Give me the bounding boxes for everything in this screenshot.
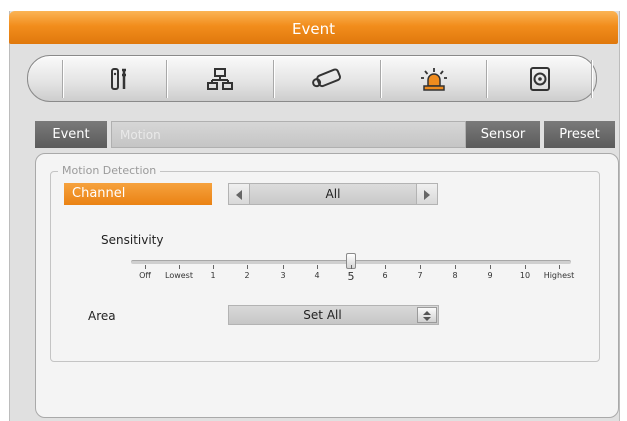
sensitivity-tick-label: 1 xyxy=(210,271,216,280)
area-select: Set All xyxy=(228,305,439,325)
tools-icon xyxy=(109,67,133,91)
toolbar-tools-button[interactable] xyxy=(71,60,171,98)
channel-next-button[interactable] xyxy=(416,184,437,204)
toolbar-camera-button[interactable] xyxy=(277,60,377,98)
sensitivity-tick xyxy=(385,265,386,269)
sensitivity-tick xyxy=(317,265,318,269)
toolbar-storage-button[interactable] xyxy=(490,60,590,98)
area-value[interactable]: Set All xyxy=(229,306,416,324)
title-bar: Event xyxy=(9,11,618,44)
tab-event[interactable]: Event xyxy=(35,121,107,148)
alarm-light-icon xyxy=(419,66,449,92)
sensitivity-tick xyxy=(145,265,146,269)
arrow-right-icon xyxy=(423,185,431,204)
channel-value: All xyxy=(325,187,341,201)
toolbar-divider xyxy=(62,60,63,98)
sensitivity-tick-label: 9 xyxy=(487,271,493,280)
toolbar-divider xyxy=(166,60,167,98)
channel-prev-button[interactable] xyxy=(229,184,250,204)
area-label: Area xyxy=(88,309,116,323)
sensitivity-tick xyxy=(455,265,456,269)
sensitivity-tick-label: Highest xyxy=(543,271,575,280)
sensitivity-tick-label: 3 xyxy=(280,271,286,280)
toolbar-network-button[interactable] xyxy=(170,60,270,98)
up-down-arrows-icon xyxy=(418,308,436,327)
sensitivity-tick-label: Lowest xyxy=(165,271,193,280)
sensitivity-tick-label: 4 xyxy=(314,271,320,280)
sensitivity-tick xyxy=(179,265,180,269)
sensitivity-tick-label: 7 xyxy=(417,271,423,280)
sensitivity-tick-label: Off xyxy=(139,271,151,280)
sensitivity-label: Sensitivity xyxy=(101,233,164,247)
channel-button[interactable]: Channel xyxy=(64,183,212,205)
sensitivity-tick xyxy=(351,265,352,269)
toolbar-divider xyxy=(486,60,487,98)
network-icon xyxy=(206,67,234,91)
window-title: Event xyxy=(292,20,335,38)
main-toolbar xyxy=(27,55,597,102)
tab-sensor[interactable]: Sensor xyxy=(466,121,540,148)
sensitivity-tick xyxy=(490,265,491,269)
sensitivity-tick xyxy=(213,265,214,269)
toolbar-divider xyxy=(380,60,381,98)
sensitivity-tick-label: 5 xyxy=(347,270,355,283)
sensitivity-tick xyxy=(525,265,526,269)
channel-selector: All xyxy=(228,183,438,205)
tab-current-motion[interactable]: Motion xyxy=(111,121,466,148)
arrow-left-icon xyxy=(235,185,243,204)
sensitivity-tick-label: 6 xyxy=(382,271,388,280)
sensitivity-tick xyxy=(420,265,421,269)
toolbar-divider xyxy=(591,60,592,98)
toolbar-divider xyxy=(273,60,274,98)
motion-detection-title: Motion Detection xyxy=(58,164,161,177)
sensitivity-tick xyxy=(559,265,560,269)
tab-preset[interactable]: Preset xyxy=(544,121,615,148)
toolbar-event-button[interactable] xyxy=(384,60,484,98)
camera-icon xyxy=(310,67,344,91)
sensitivity-tick-label: 2 xyxy=(244,271,250,280)
storage-disk-icon xyxy=(528,66,552,92)
sensitivity-tick-label: 10 xyxy=(519,271,531,280)
sensitivity-tick xyxy=(283,265,284,269)
area-spin-button[interactable] xyxy=(417,307,437,323)
event-tab-row: Event Motion Sensor Preset xyxy=(35,121,615,148)
sensitivity-tick-label: 8 xyxy=(452,271,458,280)
sensitivity-tick xyxy=(247,265,248,269)
